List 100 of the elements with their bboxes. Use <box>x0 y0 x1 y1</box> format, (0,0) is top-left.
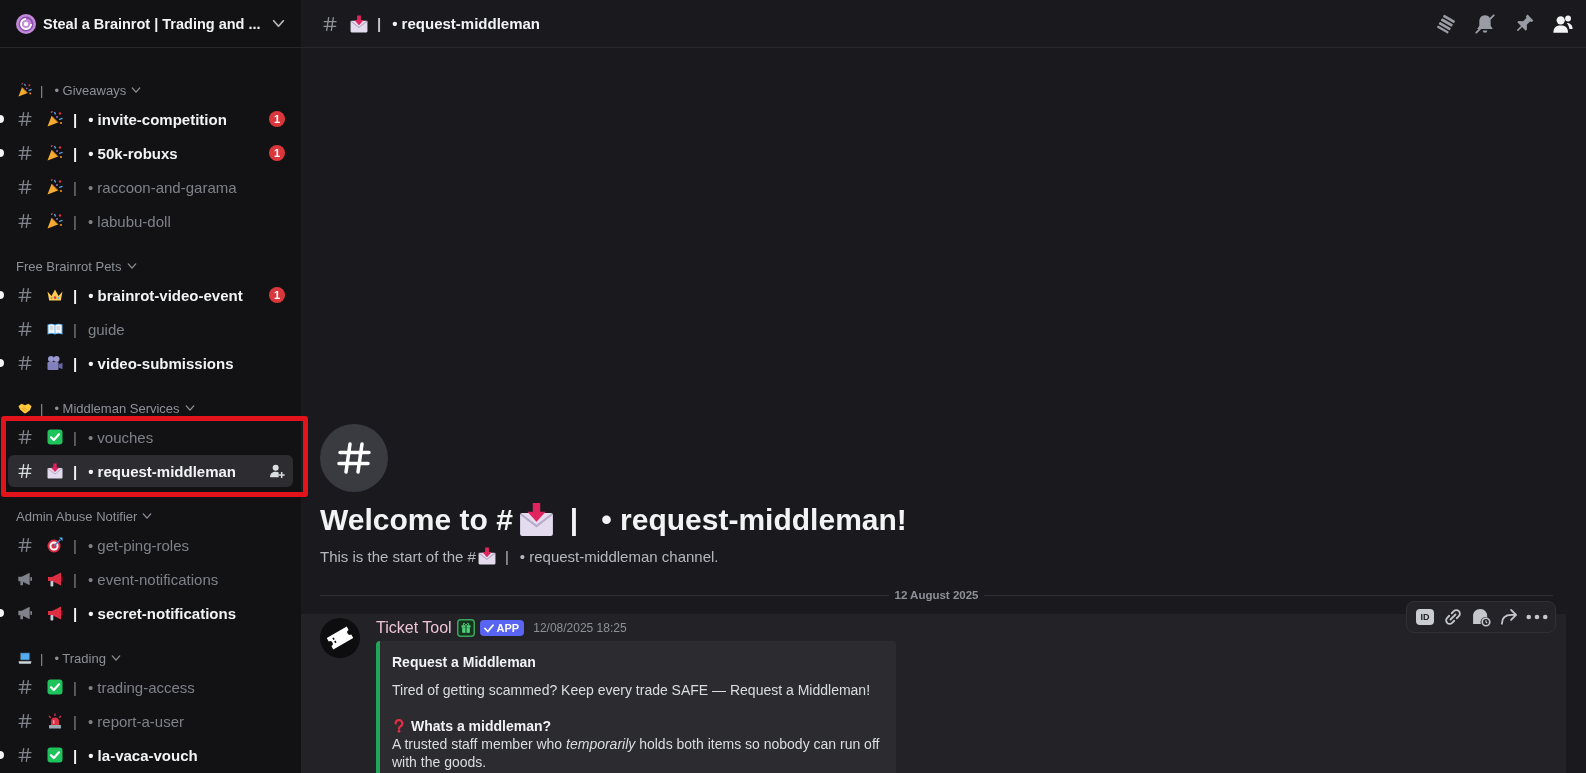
channel-item[interactable]: | • brainrot-video-event 1 <box>8 279 293 311</box>
check-box-icon <box>47 429 63 445</box>
welcome-title: Welcome to # <box>320 502 513 537</box>
intro-separator: | <box>504 547 509 565</box>
chevron-down-icon[interactable] <box>272 17 285 30</box>
channel-item[interactable]: | • trading-access <box>8 671 293 703</box>
channel-item[interactable]: | guide <box>8 313 293 345</box>
hash-icon <box>322 15 338 32</box>
hash-icon <box>320 424 388 492</box>
channel-item[interactable]: | • invite-competition 1 <box>8 103 293 135</box>
head-badge-icon[interactable] <box>1470 607 1492 627</box>
unread-indicator <box>0 359 4 367</box>
chevron-down-icon[interactable] <box>184 403 195 413</box>
category-header[interactable]: | • Middleman Services <box>0 396 301 420</box>
channel-item[interactable]: | • report-a-user <box>8 705 293 737</box>
handshake-icon <box>18 401 32 415</box>
category-header[interactable]: | • Giveaways <box>0 78 301 102</box>
date-divider-label: 12 August 2025 <box>893 589 980 601</box>
welcome-intro: This is the start of the # <box>320 547 476 565</box>
mention-badge: 1 <box>269 145 285 161</box>
add-member-icon[interactable] <box>269 463 285 479</box>
party-popper-icon <box>18 83 32 97</box>
chevron-down-icon[interactable] <box>126 261 137 271</box>
welcome-channel-name: • request-middleman! <box>601 502 907 537</box>
siren-icon <box>47 713 63 729</box>
movie-camera-icon <box>47 355 63 371</box>
chevron-down-icon[interactable] <box>110 653 121 663</box>
hash-icon <box>17 537 33 553</box>
copy-id-button[interactable]: ID <box>1416 609 1434 625</box>
hash-icon <box>17 145 33 161</box>
ticket-avatar-icon[interactable] <box>320 618 360 658</box>
hash-icon <box>17 213 33 229</box>
target-icon <box>47 537 63 553</box>
forward-arrow-icon[interactable] <box>1498 607 1520 627</box>
app-label: APP <box>496 622 520 634</box>
hash-icon <box>17 287 33 303</box>
unread-indicator <box>0 751 4 759</box>
embed-title: Request a Middleman <box>392 653 537 671</box>
laptop-icon <box>18 651 32 665</box>
hash-icon <box>17 713 33 729</box>
embed-description: Tired of getting scammed? Keep every trade SAFE — Request a Middleman! <box>392 681 872 699</box>
channel-item[interactable]: | • raccoon-and-garama <box>8 171 293 203</box>
hash-icon <box>17 321 33 337</box>
hash-icon <box>17 179 33 195</box>
envelope-arrow-icon <box>350 14 368 33</box>
link-icon[interactable] <box>1442 607 1464 627</box>
channel-item[interactable]: | • secret-notifications <box>8 597 293 629</box>
party-popper-icon <box>47 145 63 161</box>
megaphone-icon <box>47 571 63 587</box>
hash-icon <box>17 679 33 695</box>
open-book-icon <box>47 321 63 337</box>
channel-item[interactable]: | • get-ping-roles <box>8 529 293 561</box>
server-icon <box>16 13 36 34</box>
channel-item[interactable]: | • labubu-doll <box>8 205 293 237</box>
hash-icon <box>17 747 33 763</box>
category-header[interactable]: | • Trading <box>0 646 301 670</box>
crown-icon <box>47 287 63 303</box>
chevron-down-icon[interactable] <box>131 85 142 95</box>
server-header[interactable]: Steal a Brainrot | Trading and ... <box>0 0 301 48</box>
party-popper-icon <box>47 213 63 229</box>
hash-icon <box>17 429 33 445</box>
channel-separator: | <box>377 15 382 32</box>
unread-indicator <box>0 609 4 617</box>
envelope-arrow-icon <box>477 547 496 565</box>
envelope-arrow-icon <box>518 502 554 537</box>
party-popper-icon <box>47 179 63 195</box>
check-box-icon <box>47 679 63 695</box>
megaphone-icon <box>17 605 33 621</box>
intro-channel-name: • request-middleman channel. <box>519 547 719 565</box>
unread-indicator <box>0 115 4 123</box>
category-header[interactable]: Admin Abuse Notifier <box>0 504 301 528</box>
gift-icon <box>456 619 475 637</box>
party-popper-icon <box>47 111 63 127</box>
check-box-icon <box>47 747 63 763</box>
channel-item[interactable]: | • la-vaca-vouch <box>8 739 293 771</box>
channel-item[interactable]: | • video-submissions <box>8 347 293 379</box>
hash-icon <box>17 355 33 371</box>
channel-item[interactable]: | • vouches <box>8 421 293 453</box>
category-header[interactable]: Free Brainrot Pets <box>0 254 301 278</box>
embed-section-text: A trusted staff member who temporarily holds both items so nobody can run off with the goods. <box>392 735 880 771</box>
message-timestamp: 12/08/2025 18:25 <box>533 621 627 635</box>
envelope-arrow-icon <box>47 463 63 479</box>
check-icon <box>483 623 494 633</box>
channel-item[interactable]: | • request-middleman <box>8 455 293 487</box>
hash-icon <box>17 111 33 127</box>
chevron-down-icon[interactable] <box>142 511 153 521</box>
mention-badge: 1 <box>269 287 285 303</box>
title-separator: | <box>569 502 579 537</box>
channel-item[interactable]: | • 50k-robuxs 1 <box>8 137 293 169</box>
bell-off-icon[interactable] <box>1474 12 1496 35</box>
channel-title: • request-middleman <box>392 15 540 32</box>
author-name[interactable]: Ticket Tool <box>376 619 452 637</box>
hash-icon <box>17 463 33 479</box>
channel-item[interactable]: | • event-notifications <box>8 563 293 595</box>
mention-badge: 1 <box>269 111 285 127</box>
embed-section-heading: Whats a middleman? <box>411 717 552 735</box>
unread-indicator <box>0 291 4 299</box>
threads-icon[interactable] <box>1435 12 1457 35</box>
unread-indicator <box>0 149 4 157</box>
question-mark-icon <box>392 719 406 733</box>
